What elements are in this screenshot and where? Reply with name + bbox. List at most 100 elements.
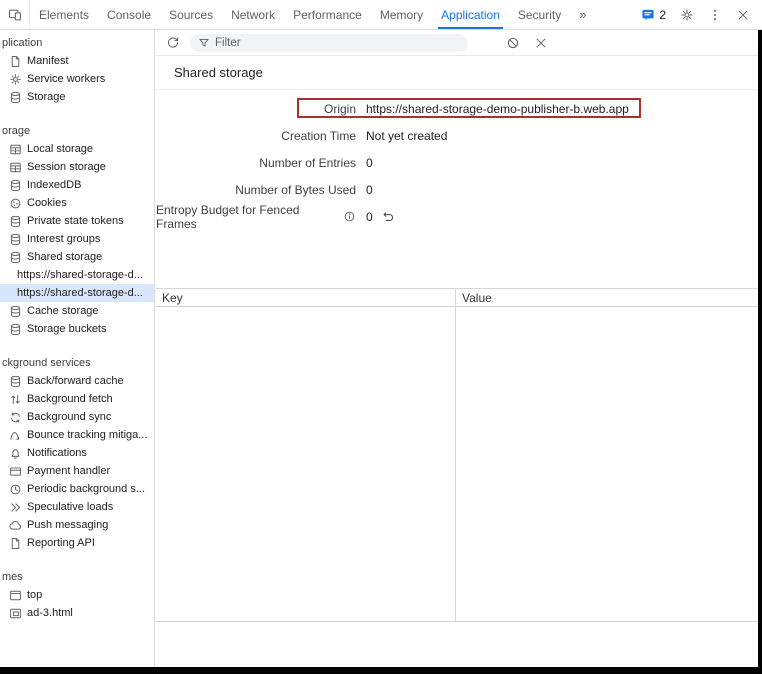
filter-box[interactable] <box>190 34 468 52</box>
sidebar-item-https-shared-storage-d[interactable]: https://shared-storage-d... <box>0 266 154 284</box>
sidebar-item-label: https://shared-storage-d... <box>17 269 143 281</box>
sidebar-item-payment-handler[interactable]: Payment handler <box>0 462 154 480</box>
table-icon <box>9 161 22 174</box>
meta-value: https://shared-storage-demo-publisher-b.… <box>366 102 629 116</box>
close-panel-button[interactable] <box>530 32 552 54</box>
column-header-value[interactable]: Value <box>456 289 758 306</box>
filter-funnel-icon <box>198 37 210 49</box>
delete-all-button[interactable] <box>502 32 524 54</box>
sync-icon <box>9 411 22 424</box>
meta-row-creation-time: Creation TimeNot yet created <box>156 122 758 149</box>
sidebar-item-private-state-tokens[interactable]: Private state tokens <box>0 212 154 230</box>
tab-sources[interactable]: Sources <box>160 0 222 29</box>
tab-application[interactable]: Application <box>432 0 509 29</box>
sidebar-item-label: Storage buckets <box>27 323 107 335</box>
sidebar-item-session-storage[interactable]: Session storage <box>0 158 154 176</box>
bounce-icon <box>9 429 22 442</box>
sidebar-item-storage[interactable]: Storage <box>0 88 154 106</box>
tab-elements[interactable]: Elements <box>30 0 98 29</box>
sidebar-item-storage-buckets[interactable]: Storage buckets <box>0 320 154 338</box>
sidebar-item-shared-storage[interactable]: Shared storage <box>0 248 154 266</box>
close-icon <box>736 8 750 22</box>
reset-budget-icon[interactable] <box>382 210 395 223</box>
gear-icon <box>680 8 694 22</box>
sidebar-section-header: plication <box>0 34 154 52</box>
sidebar: plicationManifest Service workers Storage o… <box>0 30 155 667</box>
sidebar-item-bounce-tracking-mitiga[interactable]: Bounce tracking mitiga... <box>0 426 154 444</box>
filter-input[interactable] <box>215 37 460 49</box>
sidebar-item-label: https://shared-storage-d... <box>17 287 143 299</box>
sidebar-section: plicationManifest Service workers Storage <box>0 30 154 106</box>
sidebar-item-label: Back/forward cache <box>27 375 124 387</box>
sidebar-item-background-fetch[interactable]: Background fetch <box>0 390 154 408</box>
menu-button[interactable] <box>708 8 722 22</box>
devtools-window: ElementsConsoleSourcesNetworkPerformance… <box>0 0 762 674</box>
sidebar-item-top[interactable]: top <box>0 586 154 604</box>
iframe-icon <box>9 607 22 620</box>
toggle-device-toolbar-button[interactable] <box>0 0 30 29</box>
arrows-updown-icon <box>9 393 22 406</box>
devtools-tabbar: ElementsConsoleSourcesNetworkPerformance… <box>0 0 762 30</box>
sidebar-item-speculative-loads[interactable]: Speculative loads <box>0 498 154 516</box>
sidebar-item-push-messaging[interactable]: Push messaging <box>0 516 154 534</box>
sidebar-item-periodic-background-s[interactable]: Periodic background s... <box>0 480 154 498</box>
sidebar-item-label: Storage <box>27 91 66 103</box>
sidebar-section-header: orage <box>0 122 154 140</box>
info-icon[interactable] <box>343 210 356 223</box>
cookie-icon <box>9 197 22 210</box>
meta-row-entropy-budget-for-fenced-frames: Entropy Budget for Fenced Frames0 <box>156 203 758 230</box>
datagrid-body <box>156 307 758 622</box>
sidebar-item-indexeddb[interactable]: IndexedDB <box>0 176 154 194</box>
database-icon <box>9 91 22 104</box>
sidebar-item-local-storage[interactable]: Local storage <box>0 140 154 158</box>
tab-security[interactable]: Security <box>509 0 570 29</box>
refresh-icon <box>166 36 180 50</box>
sidebar-item-label: Service workers <box>27 73 105 85</box>
close-icon <box>534 36 548 50</box>
sidebar-item-ad-3-html[interactable]: ad-3.html <box>0 604 154 622</box>
chevrons-icon <box>9 501 22 514</box>
screen-edge-bottom <box>0 667 762 674</box>
tab-performance[interactable]: Performance <box>284 0 371 29</box>
sidebar-item-back-forward-cache[interactable]: Back/forward cache <box>0 372 154 390</box>
meta-label: Entropy Budget for Fenced Frames <box>156 203 356 231</box>
sidebar-item-label: Session storage <box>27 161 106 173</box>
database-icon <box>9 251 22 264</box>
sidebar-item-label: Payment handler <box>27 465 110 477</box>
sidebar-section-header: mes <box>0 568 154 586</box>
sidebar-item-background-sync[interactable]: Background sync <box>0 408 154 426</box>
sidebar-item-manifest[interactable]: Manifest <box>0 52 154 70</box>
sidebar-item-https-shared-storage-d[interactable]: https://shared-storage-d... <box>0 284 154 302</box>
refresh-button[interactable] <box>162 32 184 54</box>
dots-menu-icon <box>708 8 722 22</box>
tab-network[interactable]: Network <box>222 0 284 29</box>
sidebar-item-cache-storage[interactable]: Cache storage <box>0 302 154 320</box>
issues-button[interactable]: 2 <box>641 8 666 22</box>
tab-console[interactable]: Console <box>98 0 160 29</box>
tab-memory[interactable]: Memory <box>371 0 432 29</box>
sidebar-item-label: Bounce tracking mitiga... <box>27 429 147 441</box>
sidebar-item-notifications[interactable]: Notifications <box>0 444 154 462</box>
clock-icon <box>9 483 22 496</box>
sidebar-item-service-workers[interactable]: Service workers <box>0 70 154 88</box>
sidebar-item-interest-groups[interactable]: Interest groups <box>0 230 154 248</box>
sidebar-item-cookies[interactable]: Cookies <box>0 194 154 212</box>
meta-row-origin: Origin https://shared-storage-demo-publis… <box>156 95 758 122</box>
sidebar-item-label: Local storage <box>27 143 93 155</box>
document-icon <box>9 55 22 68</box>
settings-button[interactable] <box>680 8 694 22</box>
meta-label: Origin <box>156 102 356 116</box>
sidebar-item-label: Background fetch <box>27 393 113 405</box>
meta-value: 0 <box>366 183 373 197</box>
meta-row-number-of-bytes-used: Number of Bytes Used0 <box>156 176 758 203</box>
sidebar-item-reporting-api[interactable]: Reporting API <box>0 534 154 552</box>
sidebar-section: ckground servicesBack/forward cacheBackg… <box>0 350 154 552</box>
database-icon <box>9 375 22 388</box>
column-header-key[interactable]: Key <box>156 289 456 306</box>
gear-icon <box>9 73 22 86</box>
sidebar-section: mes top ad-3.html <box>0 564 154 622</box>
database-icon <box>9 233 22 246</box>
sidebar-item-label: top <box>27 589 42 601</box>
more-tabs-button[interactable]: » <box>570 0 595 29</box>
close-devtools-button[interactable] <box>736 8 750 22</box>
